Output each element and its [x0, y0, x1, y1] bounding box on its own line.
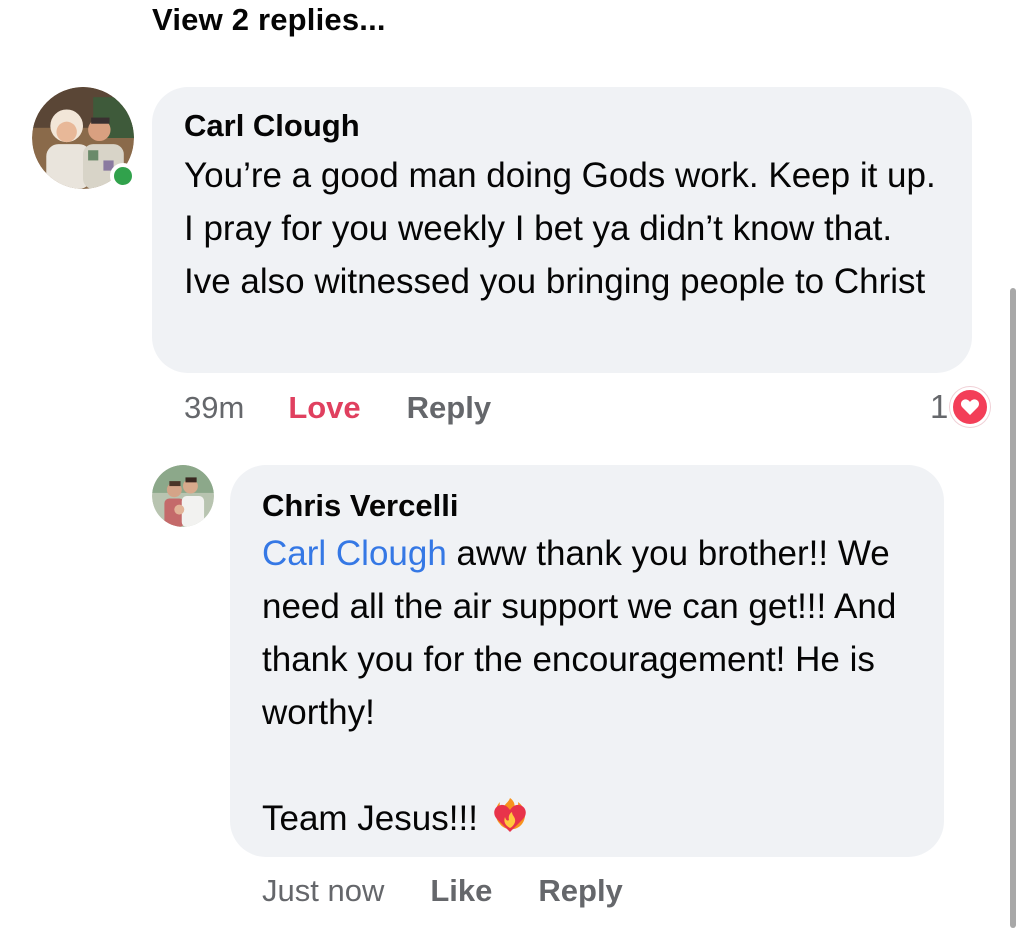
mention-link[interactable]: Carl Clough — [262, 534, 447, 573]
like-button[interactable]: Like — [430, 873, 492, 909]
reply-button[interactable]: Reply — [407, 390, 491, 426]
avatar-photo — [152, 465, 214, 527]
heart-on-fire-icon — [488, 792, 532, 851]
comment-timestamp[interactable]: 39m — [184, 390, 244, 426]
reaction-count: 1 — [930, 388, 949, 425]
reply-actions: Just now Like Reply — [262, 870, 623, 912]
scrollbar[interactable] — [1010, 288, 1016, 928]
comment-author-name[interactable]: Carl Clough — [184, 107, 942, 145]
reply-timestamp[interactable]: Just now — [262, 873, 384, 909]
reply-bubble[interactable]: Chris Vercelli Carl Clough aww thank you… — [230, 465, 944, 857]
online-status-indicator — [110, 163, 136, 189]
comment-actions: 39m Love Reply — [184, 388, 491, 428]
heart-icon — [950, 387, 991, 427]
reply-message: aww thank you brother!! We need all the … — [262, 534, 897, 838]
reply-button[interactable]: Reply — [538, 873, 622, 909]
reaction-summary[interactable]: 1 — [930, 386, 991, 428]
love-reaction-button[interactable]: Love — [288, 390, 360, 426]
comment-bubble[interactable]: Carl Clough You’re a good man doing Gods… — [152, 87, 972, 373]
comment-text: You’re a good man doing Gods work. Keep … — [184, 156, 946, 301]
avatar-chris-vercelli[interactable] — [152, 465, 214, 527]
view-replies-link[interactable]: View 2 replies... — [152, 2, 386, 38]
avatar-carl-clough[interactable] — [32, 87, 136, 189]
reply-author-name[interactable]: Chris Vercelli — [262, 487, 914, 525]
reply-text: Carl Clough aww thank you brother!! We n… — [262, 527, 912, 851]
